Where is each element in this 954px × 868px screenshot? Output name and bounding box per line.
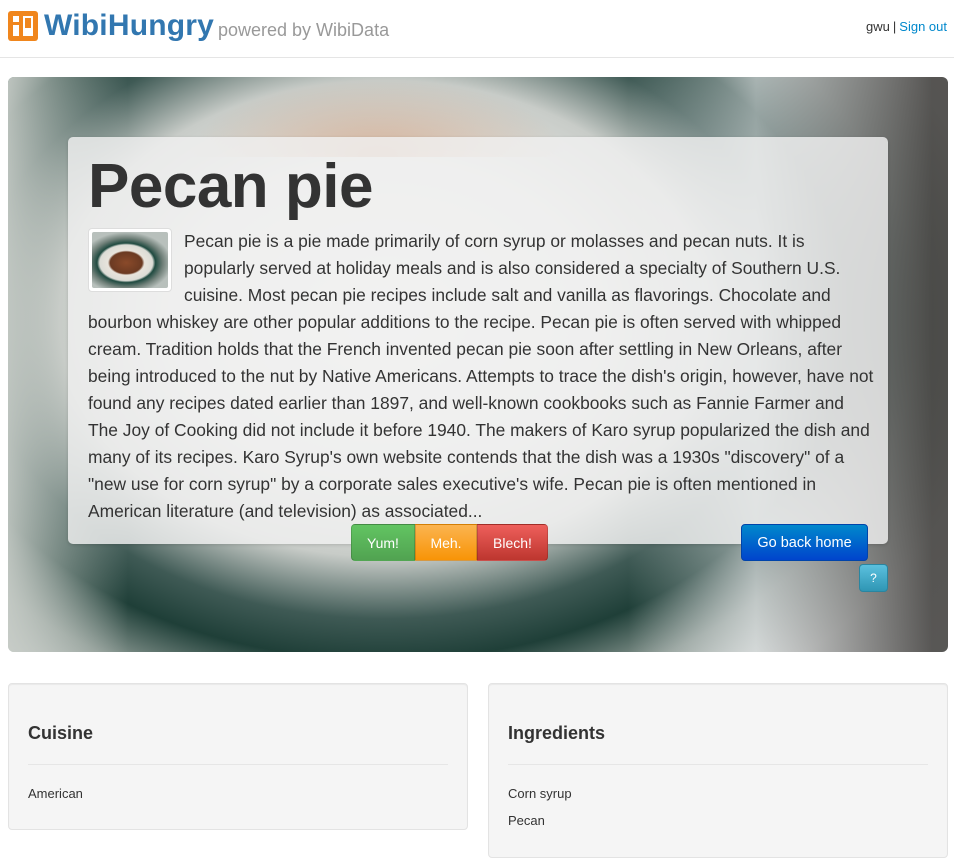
dish-title: Pecan pie xyxy=(88,152,373,221)
meh-button[interactable]: Meh. xyxy=(415,524,477,561)
cuisine-section: Cuisine American xyxy=(8,683,468,830)
vote-button-group: Yum! Meh. Blech! xyxy=(351,524,548,561)
go-back-home-button[interactable]: Go back home xyxy=(741,524,868,561)
top-navbar: WibiHungry powered by WibiData gwu | Sign … xyxy=(0,0,954,58)
ingredients-heading: Ingredients xyxy=(508,723,606,743)
cuisine-heading: Cuisine xyxy=(28,723,94,743)
tagline: powered by WibiData xyxy=(218,20,390,40)
help-button[interactable]: ? xyxy=(859,564,888,592)
user-menu: gwu | Sign out xyxy=(866,19,947,34)
ingredient-item[interactable]: Pecan xyxy=(508,813,545,828)
wibidata-logo-icon[interactable] xyxy=(8,11,38,41)
ingredient-item[interactable]: Corn syrup xyxy=(508,786,572,801)
separator: | xyxy=(892,19,897,34)
dish-info-panel: Pecan pie Pecan pie is a pie made primar… xyxy=(68,137,888,544)
divider xyxy=(508,764,928,765)
dish-hero-background: Pecan pie Pecan pie is a pie made primar… xyxy=(8,77,948,652)
blech-button[interactable]: Blech! xyxy=(477,524,548,561)
brand-name[interactable]: WibiHungry xyxy=(44,9,214,43)
username: gwu xyxy=(866,19,890,34)
dish-description-block: Pecan pie is a pie made primarily of cor… xyxy=(88,228,874,525)
sign-out-link[interactable]: Sign out xyxy=(899,19,947,34)
cuisine-item[interactable]: American xyxy=(28,786,83,801)
ingredients-section: Ingredients Corn syrup Pecan xyxy=(488,683,948,858)
divider xyxy=(28,764,448,765)
yum-button[interactable]: Yum! xyxy=(351,524,415,561)
dish-thumbnail[interactable] xyxy=(88,228,172,292)
dish-description: Pecan pie is a pie made primarily of cor… xyxy=(88,231,874,521)
